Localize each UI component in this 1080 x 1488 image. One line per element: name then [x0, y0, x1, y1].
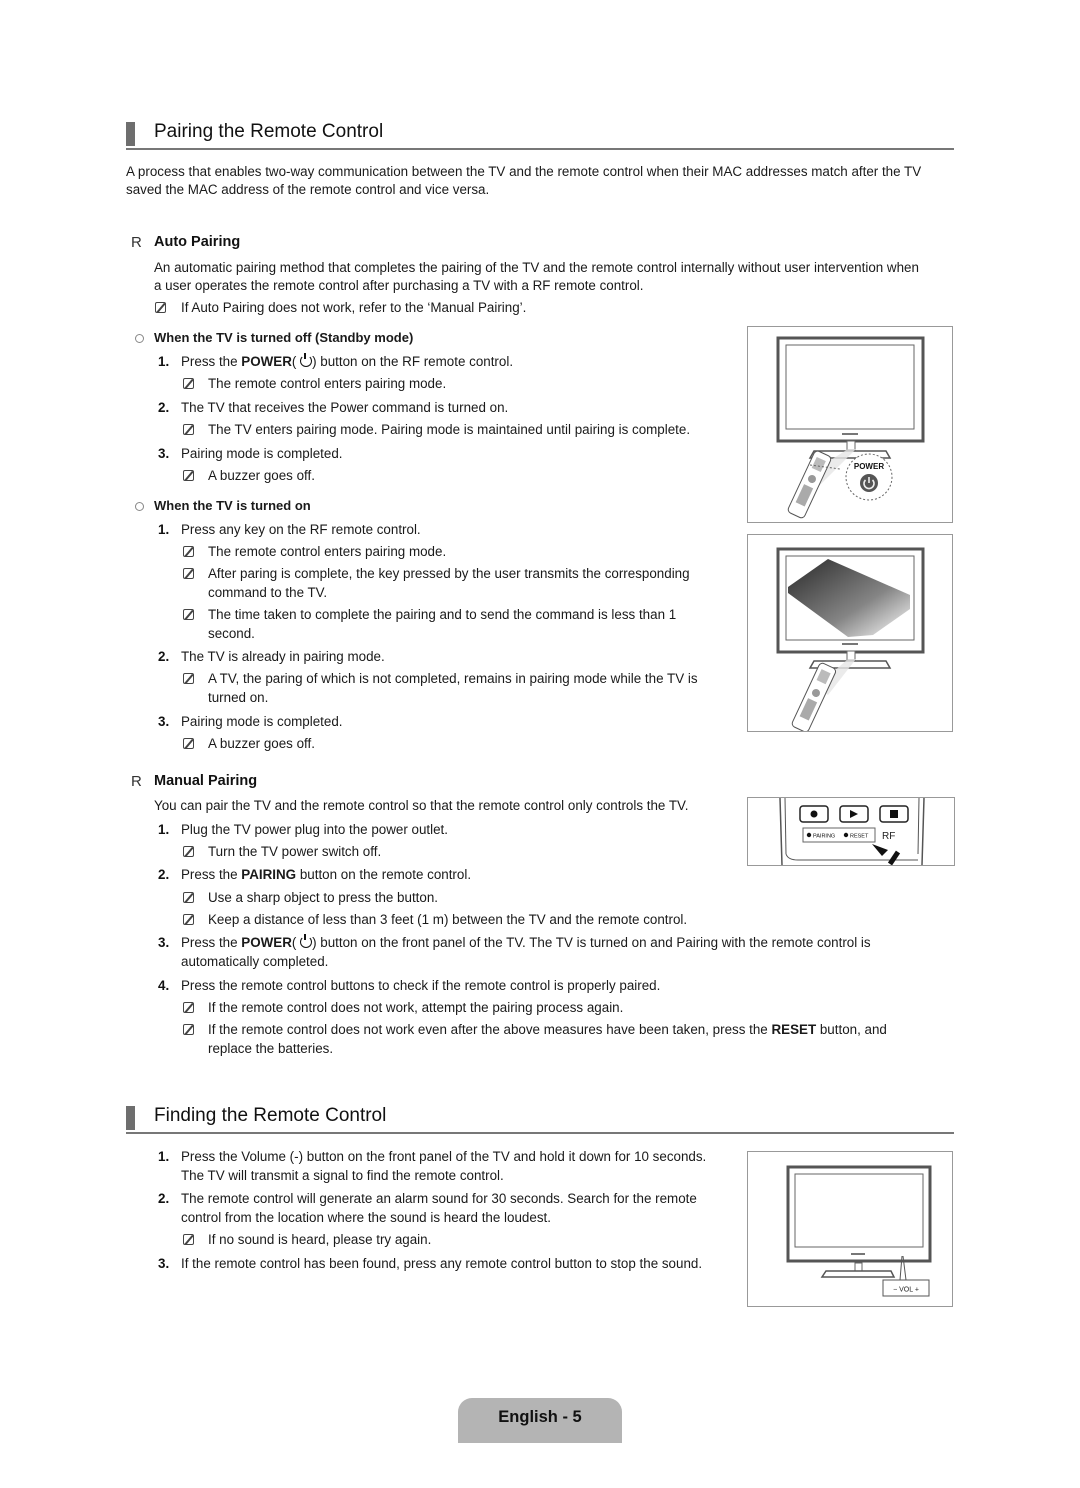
- step-text: control from the location where the soun…: [181, 1210, 551, 1225]
- note-icon: [183, 892, 194, 903]
- step-note: The remote control enters pairing mode.: [208, 544, 447, 559]
- step-number: 1.: [158, 522, 170, 537]
- section-marker: [126, 1106, 135, 1130]
- note-icon: [183, 609, 194, 620]
- step-text: The remote control will generate an alar…: [181, 1191, 697, 1206]
- step-text: Press the PAIRING button on the remote c…: [181, 867, 472, 882]
- remote-buttons-illustration: PAIRING RESET RF: [779, 797, 925, 866]
- section-title: Pairing the Remote Control: [154, 121, 384, 142]
- note-icon: [183, 568, 194, 579]
- note-icon: [183, 673, 194, 684]
- intro-text: A process that enables two-way communica…: [126, 164, 922, 179]
- tv-remote-illustration: [776, 547, 925, 733]
- step-note: If the remote control does not work, att…: [208, 1000, 624, 1015]
- step-number: 3.: [158, 714, 170, 729]
- manual-desc: You can pair the TV and the remote contr…: [154, 798, 689, 813]
- step-number: 3.: [158, 935, 170, 950]
- step-text: Plug the TV power plug into the power ou…: [181, 822, 448, 837]
- section-title: Finding the Remote Control: [154, 1105, 387, 1126]
- volume-label: − VOL +: [893, 1287, 919, 1294]
- turned-on-title: When the TV is turned on: [154, 498, 311, 513]
- step-note: second.: [208, 626, 255, 641]
- note-icon: [183, 546, 194, 557]
- power-label: POWER: [854, 462, 884, 471]
- step-note: The time taken to complete the pairing a…: [208, 607, 677, 622]
- reset-button-label: RESET: [850, 834, 869, 840]
- step-note: command to the TV.: [208, 585, 328, 600]
- step-number: 1.: [158, 354, 170, 369]
- bullet-circle-icon: [135, 334, 144, 343]
- note-icon: [183, 424, 194, 435]
- step-note: After paring is complete, the key presse…: [208, 566, 690, 581]
- step-text: Pairing mode is completed.: [181, 714, 343, 729]
- step-note: The TV enters pairing mode. Pairing mode…: [208, 422, 691, 437]
- intro-text: saved the MAC address of the remote cont…: [126, 182, 490, 197]
- figure-tv-power: POWER: [747, 326, 953, 523]
- step-number: 1.: [158, 822, 170, 837]
- step-note: A buzzer goes off.: [208, 736, 315, 751]
- figure-tv-volume: − VOL +: [747, 1151, 953, 1307]
- step-text: automatically completed.: [181, 954, 329, 969]
- step-text: The TV that receives the Power command i…: [181, 400, 509, 415]
- step-number: 3.: [158, 1256, 170, 1271]
- step-number: 2.: [158, 400, 170, 415]
- step-number: 3.: [158, 446, 170, 461]
- step-note: The remote control enters pairing mode.: [208, 376, 447, 391]
- step-number: 1.: [158, 1149, 170, 1164]
- power-icon: [300, 353, 313, 367]
- step-text: The TV will transmit a signal to find th…: [181, 1168, 504, 1183]
- note-icon: [155, 302, 166, 313]
- step-note: A TV, the paring of which is not complet…: [208, 671, 698, 686]
- figure-tv-pairing: [747, 534, 953, 733]
- auto-desc: a user operates the remote control after…: [154, 278, 644, 293]
- page-footer: English - 5: [458, 1398, 622, 1443]
- step-note: If no sound is heard, please try again.: [208, 1232, 432, 1247]
- step-number: 2.: [158, 649, 170, 664]
- step-text: Press the remote control buttons to chec…: [181, 978, 661, 993]
- note-icon: [183, 378, 194, 389]
- tv-volume-illustration: − VOL +: [786, 1165, 932, 1297]
- standby-title: When the TV is turned off (Standby mode): [154, 330, 414, 345]
- figure-remote-pairing-button: PAIRING RESET RF: [747, 797, 955, 866]
- step-note: Turn the TV power switch off.: [208, 844, 382, 859]
- step-text: Press any key on the RF remote control.: [181, 522, 421, 537]
- step-number: 2.: [158, 867, 170, 882]
- step-note: Keep a distance of less than 3 feet (1 m…: [208, 912, 688, 927]
- note-icon: [183, 738, 194, 749]
- section-header-pairing: Pairing the Remote Control: [126, 121, 954, 150]
- power-icon: [300, 934, 313, 948]
- section-marker: [126, 122, 135, 146]
- step-note: If the remote control does not work even…: [208, 1022, 887, 1037]
- step-note: turned on.: [208, 690, 269, 705]
- rf-label: RF: [882, 831, 895, 842]
- auto-desc: An automatic pairing method that complet…: [154, 260, 919, 275]
- step-note: replace the batteries.: [208, 1041, 334, 1056]
- note-icon: [183, 846, 194, 857]
- note-icon: [183, 1002, 194, 1013]
- note-icon: [183, 914, 194, 925]
- step-text: The TV is already in pairing mode.: [181, 649, 385, 664]
- subsection-title-manual-pairing: Manual Pairing: [154, 773, 258, 789]
- subsection-title-auto-pairing: Auto Pairing: [154, 234, 241, 250]
- note-icon: [183, 1234, 194, 1245]
- subsection-marker: R: [131, 773, 142, 790]
- step-number: 4.: [158, 978, 170, 993]
- auto-note: If Auto Pairing does not work, refer to …: [181, 300, 527, 315]
- step-number: 2.: [158, 1191, 170, 1206]
- step-note: Use a sharp object to press the button.: [208, 890, 439, 905]
- step-note: A buzzer goes off.: [208, 468, 315, 483]
- subsection-marker: R: [131, 234, 142, 251]
- step-text: Pairing mode is completed.: [181, 446, 343, 461]
- page-number: English - 5: [498, 1408, 582, 1426]
- step-text: If the remote control has been found, pr…: [181, 1256, 703, 1271]
- pairing-button-label: PAIRING: [813, 834, 835, 840]
- step-text: Press the POWER( ) button on the RF remo…: [181, 353, 514, 369]
- note-icon: [183, 1024, 194, 1035]
- step-text: Press the Volume (-) button on the front…: [181, 1149, 707, 1164]
- section-header-finding: Finding the Remote Control: [126, 1105, 954, 1134]
- bullet-circle-icon: [135, 502, 144, 511]
- step-text: Press the POWER( ) button on the front p…: [181, 934, 871, 950]
- tv-remote-illustration: POWER: [776, 336, 925, 519]
- note-icon: [183, 470, 194, 481]
